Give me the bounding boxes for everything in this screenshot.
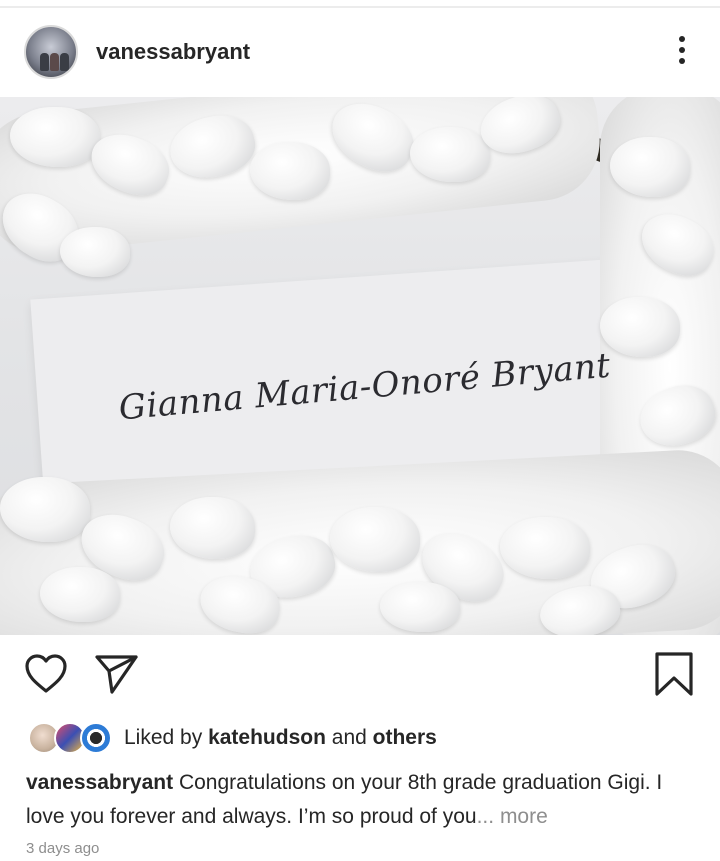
heart-outline-icon <box>25 654 67 693</box>
post-username[interactable]: vanessabryant <box>96 39 250 65</box>
petal <box>380 582 460 632</box>
post-actions <box>0 650 720 706</box>
petal <box>410 127 490 182</box>
post-timestamp: 3 days ago <box>26 840 100 857</box>
post-caption: vanessabryant Congratulations on your 8t… <box>26 766 696 834</box>
likes-text: Liked by katehudson and others <box>124 726 437 750</box>
post-header: vanessabryant <box>0 22 720 82</box>
profile-avatar[interactable] <box>24 25 78 79</box>
like-button[interactable] <box>22 650 70 698</box>
petal <box>40 567 120 622</box>
liker-username[interactable]: katehudson <box>208 726 326 749</box>
share-button[interactable] <box>92 650 140 698</box>
liker-avatars <box>28 722 114 754</box>
caption-username[interactable]: vanessabryant <box>26 771 173 794</box>
likes-summary[interactable]: Liked by katehudson and others <box>0 720 720 756</box>
petal <box>0 477 90 542</box>
likes-conjunction: and <box>331 726 367 749</box>
petal <box>330 507 420 572</box>
petal <box>10 107 100 167</box>
petal <box>250 142 330 200</box>
likes-prefix: Liked by <box>124 726 203 749</box>
likes-others-link[interactable]: others <box>373 726 437 749</box>
avatar-figure <box>40 53 49 71</box>
top-divider <box>0 6 720 8</box>
paper-plane-icon <box>95 655 138 694</box>
post-photo[interactable]: Gianna Maria-Onoré Bryant <box>0 97 720 635</box>
petal <box>600 297 680 357</box>
bookmark-outline-icon <box>655 652 693 696</box>
petal <box>170 497 255 559</box>
petal <box>500 517 590 579</box>
avatar-figure <box>50 53 59 71</box>
caption-ellipsis: ... <box>476 805 495 828</box>
more-options-icon[interactable] <box>676 36 688 68</box>
save-button[interactable] <box>650 650 698 698</box>
avatar-figure <box>60 53 69 71</box>
petal <box>60 227 130 277</box>
liker-avatar <box>80 722 112 754</box>
petal <box>610 137 690 197</box>
caption-more-link[interactable]: more <box>500 805 548 828</box>
